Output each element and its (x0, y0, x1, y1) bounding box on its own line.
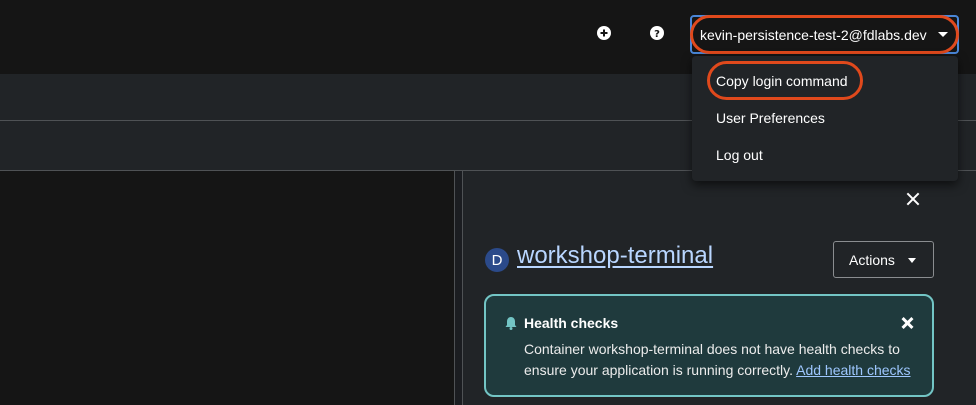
menu-item-user-preferences[interactable]: User Preferences (716, 110, 825, 126)
alert-title: Health checks (524, 315, 619, 331)
close-panel-icon[interactable] (906, 192, 920, 206)
caret-down-icon (938, 32, 948, 37)
actions-dropdown-button[interactable]: Actions (833, 241, 934, 278)
alert-message: Container workshop-terminal does not hav… (524, 339, 919, 381)
user-menu-toggle[interactable]: kevin-persistence-test-2@fdlabs.dev (690, 15, 959, 54)
deployment-badge: D (485, 248, 509, 272)
close-alert-icon[interactable] (902, 318, 912, 328)
caret-down-icon (908, 258, 916, 263)
svg-text:?: ? (654, 29, 660, 40)
menu-item-log-out[interactable]: Log out (716, 147, 763, 163)
question-circle-icon[interactable]: ? (649, 25, 665, 41)
topology-canvas[interactable] (0, 171, 454, 405)
health-checks-alert: Health checks Container workshop-termina… (484, 294, 934, 397)
panel-resize-handle[interactable] (454, 171, 463, 405)
plus-circle-icon[interactable] (596, 25, 612, 41)
menu-item-copy-login-command[interactable]: Copy login command (716, 73, 848, 89)
actions-label: Actions (849, 251, 895, 268)
bell-icon (504, 316, 518, 330)
resource-title-link[interactable]: workshop-terminal (517, 242, 713, 270)
add-health-checks-link[interactable]: Add health checks (796, 362, 910, 378)
user-name-label: kevin-persistence-test-2@fdlabs.dev (700, 26, 927, 43)
user-dropdown-menu: Copy login command User Preferences Log … (692, 56, 958, 181)
